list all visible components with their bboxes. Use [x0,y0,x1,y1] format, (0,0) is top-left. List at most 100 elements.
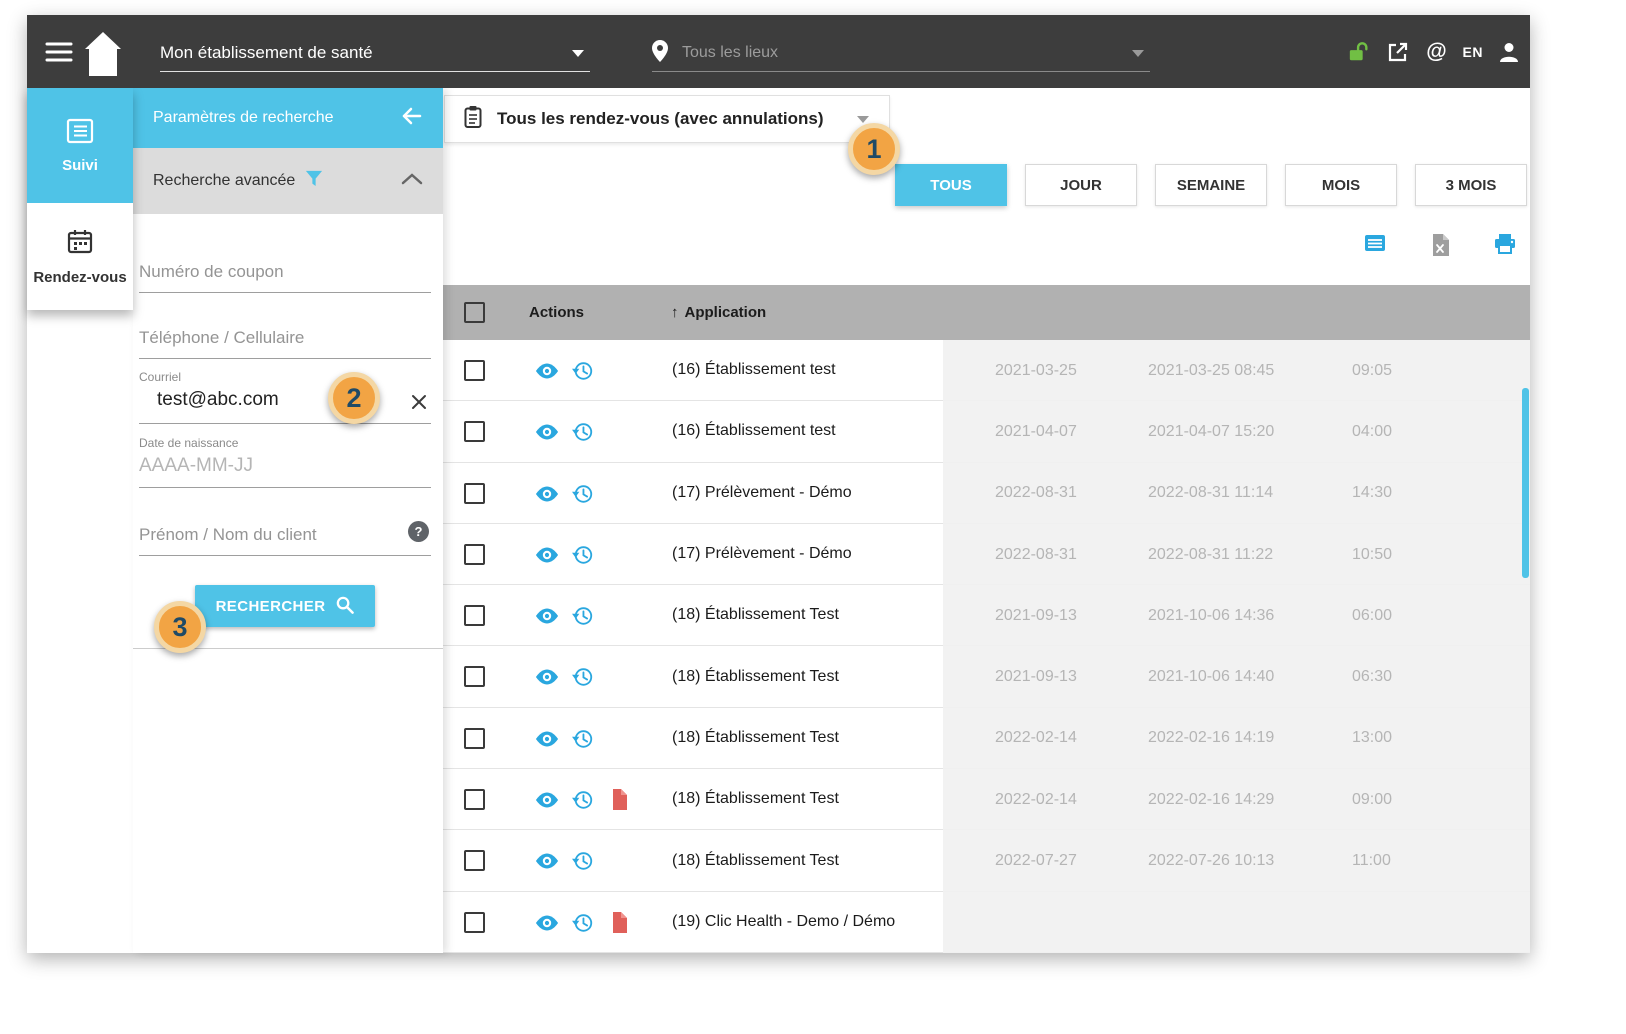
row-checkbox[interactable] [464,911,485,933]
nav-item-suivi[interactable]: Suivi [27,88,133,203]
cell-datetime: 2022-08-31 11:22 [1148,545,1274,563]
cell-datetime: 2022-02-16 14:29 [1148,790,1275,808]
email-input[interactable] [139,389,431,424]
location-select-value: Tous les lieux [682,44,779,61]
application-label: (17) Prélèvement - Démo [672,545,852,563]
cell-duration: 06:30 [1352,668,1393,686]
history-icon[interactable] [572,850,594,877]
range-button-3mois[interactable]: 3 MOIS [1415,164,1527,206]
establishment-select[interactable]: Mon établissement de santé [160,35,590,72]
cell-date: 2022-08-31 [995,545,1077,563]
cell-date: 2021-09-13 [995,606,1077,624]
history-icon[interactable] [572,728,594,755]
nav-item-rendez-vous[interactable]: Rendez-vous [27,203,133,310]
cell-date: 2022-02-14 [995,729,1077,747]
overlay-row: 2021-09-13 2021-10-06 14:36 06:00 [943,585,1530,646]
cell-date: 2022-07-27 [995,852,1077,870]
view-appointment-icon[interactable] [535,853,559,874]
application-label: (16) Établissement test [672,361,836,379]
location-select[interactable]: Tous les lieux [652,35,1150,72]
search-button[interactable]: RECHERCHER [195,585,375,627]
column-header-application[interactable]: ↑ Application [671,285,766,340]
phone-input[interactable] [139,328,431,359]
unlock-icon[interactable] [1346,39,1372,65]
select-all-checkbox[interactable] [464,302,485,323]
document-icon[interactable] [611,911,628,938]
language-toggle[interactable]: EN [1463,44,1483,60]
range-button-mois[interactable]: MOIS [1285,164,1397,206]
cell-date: 2022-08-31 [995,484,1077,502]
view-appointment-icon[interactable] [535,669,559,690]
view-appointment-icon[interactable] [535,424,559,445]
appointment-type-select[interactable]: Tous les rendez-vous (avec annulations) [444,95,890,143]
view-appointment-icon[interactable] [535,547,559,568]
coupon-input[interactable] [139,262,431,293]
history-icon[interactable] [572,789,594,816]
birthdate-input[interactable] [139,455,431,488]
help-icon[interactable]: ? [408,521,429,542]
range-button-jour[interactable]: JOUR [1025,164,1137,206]
row-checkbox[interactable] [464,727,485,749]
cell-datetime: 2021-10-06 14:40 [1148,668,1275,686]
cell-datetime: 2021-03-25 08:45 [1148,361,1275,379]
cell-datetime: 2022-07-26 10:13 [1148,852,1275,870]
external-link-icon[interactable] [1385,39,1411,65]
view-appointment-icon[interactable] [535,731,559,752]
email-label: Courriel [139,370,182,384]
row-checkbox[interactable] [464,666,485,688]
excel-export-icon[interactable] [1431,234,1449,261]
appointment-type-value: Tous les rendez-vous (avec annulations) [497,109,824,128]
advanced-search-label: Recherche avancée [153,172,296,189]
hamburger-menu-icon[interactable] [45,39,73,65]
client-name-input[interactable] [139,525,431,556]
cell-datetime: 2022-08-31 11:14 [1148,484,1274,502]
coupon-field [139,262,431,293]
history-icon[interactable] [572,360,594,387]
user-account-icon[interactable] [1496,39,1522,65]
advanced-search-toggle[interactable]: Recherche avancée [133,148,443,214]
cell-duration: 04:00 [1352,422,1393,440]
chevron-down-icon [1132,49,1144,57]
vertical-scrollbar-thumb[interactable] [1522,388,1529,578]
history-icon[interactable] [572,544,594,571]
history-icon[interactable] [572,483,594,510]
range-button-tous[interactable]: TOUS [895,164,1007,206]
application-label: (18) Établissement Test [672,728,839,746]
row-checkbox[interactable] [464,605,485,627]
overlay-row [943,892,1530,953]
client-name-field: ? [139,521,431,556]
row-checkbox[interactable] [464,421,485,443]
view-appointment-icon[interactable] [535,486,559,507]
cell-date: 2021-04-07 [995,422,1077,440]
print-icon[interactable] [1494,234,1516,261]
application-label: (19) Clic Health - Demo / Démo [672,912,896,930]
email-at-icon[interactable]: @ [1424,39,1450,65]
clipboard-icon [463,105,483,134]
view-appointment-icon[interactable] [535,792,559,813]
history-icon[interactable] [572,421,594,448]
history-icon[interactable] [572,912,594,939]
history-icon[interactable] [572,605,594,632]
view-appointment-icon[interactable] [535,363,559,384]
view-appointment-icon[interactable] [535,608,559,629]
history-icon[interactable] [572,666,594,693]
row-checkbox[interactable] [464,850,485,872]
range-button-semaine[interactable]: SEMAINE [1155,164,1267,206]
chevron-up-icon[interactable] [401,172,423,190]
annotation-step-3: 3 [154,601,206,653]
row-checkbox[interactable] [464,543,485,565]
nav-item-label: Rendez-vous [33,268,127,286]
cell-duration: 09:05 [1352,361,1393,379]
document-icon[interactable] [611,789,628,815]
row-checkbox[interactable] [464,360,485,381]
row-checkbox[interactable] [464,482,485,504]
row-checkbox[interactable] [464,789,485,811]
table-header: Actions ↑ Application [443,285,1530,340]
collapse-back-arrow-icon[interactable] [399,104,423,133]
cell-duration: 10:50 [1352,545,1393,563]
list-view-icon[interactable] [1364,234,1386,261]
clear-email-icon[interactable] [409,392,429,417]
home-icon[interactable] [85,30,121,80]
search-panel: Paramètres de recherche Recherche avancé… [133,88,443,953]
view-appointment-icon[interactable] [535,915,559,936]
